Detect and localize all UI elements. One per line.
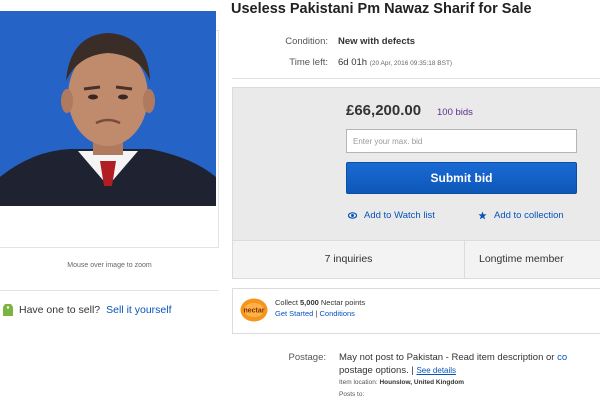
posts-to-label: Posts to: (339, 391, 365, 398)
postage-options-text: postage options. | (339, 365, 417, 376)
current-price: £66,200.00 (346, 102, 422, 119)
nectar-collect: Collect 5,000 Nectar points (275, 298, 365, 308)
star-icon (478, 211, 487, 220)
location-value: Hounslow, United Kingdom (379, 379, 465, 386)
collect-prefix: Collect (275, 298, 301, 307)
tag-icon (3, 304, 13, 316)
submit-bid-button[interactable]: Submit bid (346, 162, 577, 194)
portrait-image (0, 11, 216, 206)
tab-inquiries[interactable]: 7 inquiries (233, 241, 464, 278)
collect-suffix: Nectar points (318, 298, 366, 307)
time-left-label: Time left: (289, 57, 328, 68)
location-label: Item location: (339, 379, 380, 386)
postage-text: May not post to Pakistan - Read item des… (339, 352, 558, 363)
tab-longtime-member[interactable]: Longtime member (465, 241, 600, 278)
item-photo[interactable] (0, 11, 216, 206)
collection-label: Add to collection (494, 210, 564, 221)
bid-count-link[interactable]: 100 bids (437, 107, 473, 118)
condition-label: Condition: (285, 36, 328, 47)
get-started-link[interactable]: Get Started (275, 309, 313, 318)
see-details-link[interactable]: See details (416, 366, 456, 375)
divider (0, 290, 219, 291)
eye-icon (348, 212, 357, 219)
listing-title: Useless Pakistani Pm Nawaz Sharif for Sa… (231, 1, 532, 17)
nectar-logo-icon: nectar (240, 298, 268, 322)
sell-prompt: Have one to sell? Sell it yourself (0, 302, 172, 318)
postage-info: May not post to Pakistan - Read item des… (339, 352, 567, 363)
seller-info-tabs: 7 inquiries Longtime member (232, 241, 600, 279)
nectar-logo-text: nectar (243, 308, 264, 315)
nectar-links: Get Started | Conditions (275, 309, 355, 318)
postage-label: Postage: (288, 352, 327, 363)
add-to-collection-link[interactable]: Add to collection (478, 210, 564, 221)
conditions-link[interactable]: Conditions (319, 309, 354, 318)
end-time: (20 Apr, 2016 09:35:18 BST) (369, 60, 453, 67)
item-location: Item location: Hounslow, United Kingdom (339, 379, 464, 386)
sell-it-yourself-link[interactable]: Sell it yourself (106, 304, 171, 316)
condition-value: New with defects (338, 36, 416, 47)
postage-options: postage options. | See details (339, 365, 456, 376)
zoom-hint: Mouse over image to zoom (67, 262, 152, 269)
divider (232, 78, 600, 79)
nectar-points: 5,000 (300, 298, 319, 307)
watch-list-label: Add to Watch list (364, 210, 435, 221)
max-bid-input[interactable] (346, 129, 577, 153)
sell-question: Have one to sell? (19, 304, 101, 316)
postage-options-link[interactable]: co (557, 352, 567, 363)
time-left-value: 6d 01h (20 Apr, 2016 09:35:18 BST) (338, 57, 452, 68)
time-remaining: 6d 01h (338, 57, 368, 68)
add-to-watch-list-link[interactable]: Add to Watch list (348, 210, 435, 221)
